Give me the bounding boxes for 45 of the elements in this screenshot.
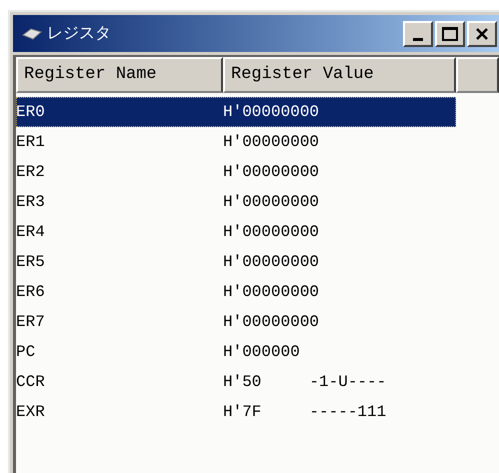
register-name: ER3	[16, 192, 46, 213]
register-value: H'50	[223, 372, 262, 393]
register-name: EXR	[16, 402, 46, 423]
register-row[interactable]: PC H'000000	[16, 337, 456, 367]
minimize-button[interactable]	[403, 20, 433, 46]
register-value: H'00000000	[223, 132, 320, 153]
register-row[interactable]: ER0 H'00000000	[16, 97, 456, 127]
register-row[interactable]: ER6 H'00000000	[16, 277, 456, 307]
register-row[interactable]: ER4 H'00000000	[16, 217, 456, 247]
window-title: レジスタ	[47, 24, 112, 44]
register-row[interactable]: ER5 H'00000000	[16, 247, 456, 277]
minimize-icon	[413, 38, 423, 40]
register-row[interactable]: ER2 H'00000000	[16, 157, 456, 187]
register-row[interactable]: CCR H'50 -1-U----	[16, 367, 456, 397]
register-row[interactable]: ER3 H'00000000	[16, 187, 456, 217]
column-header[interactable]: Register Value	[223, 57, 456, 93]
maximize-icon	[442, 26, 458, 40]
register-row[interactable]: ER7 H'00000000	[16, 307, 456, 337]
chip-icon	[21, 26, 43, 40]
register-name: ER7	[16, 312, 46, 333]
register-name: CCR	[16, 372, 46, 393]
register-value: H'00000000	[223, 282, 320, 303]
register-value: H'00000000	[223, 192, 320, 213]
close-icon	[475, 26, 489, 40]
register-name: PC	[16, 342, 36, 363]
register-flags: -1-U----	[309, 372, 386, 393]
register-name: ER4	[16, 222, 46, 243]
register-name: ER5	[16, 252, 46, 273]
register-value: H'00000000	[223, 222, 320, 243]
column-header[interactable]: Register Name	[16, 57, 223, 93]
register-value: H'7F	[223, 402, 262, 423]
register-value: H'00000000	[223, 162, 320, 183]
register-flags: -----111	[309, 402, 386, 423]
register-value: H'00000000	[223, 102, 320, 123]
close-button[interactable]	[467, 20, 497, 46]
register-name: ER2	[16, 162, 46, 183]
register-value: H'00000000	[223, 312, 320, 333]
register-row[interactable]: ER1 H'00000000	[16, 127, 456, 157]
register-name: ER6	[16, 282, 46, 303]
register-value: H'000000	[223, 342, 300, 363]
register-name: ER1	[16, 132, 46, 153]
maximize-button[interactable]	[435, 20, 465, 46]
register-value: H'00000000	[223, 252, 320, 273]
register-name: ER0	[16, 102, 46, 123]
register-row[interactable]: EXR H'7F -----111	[16, 397, 456, 427]
